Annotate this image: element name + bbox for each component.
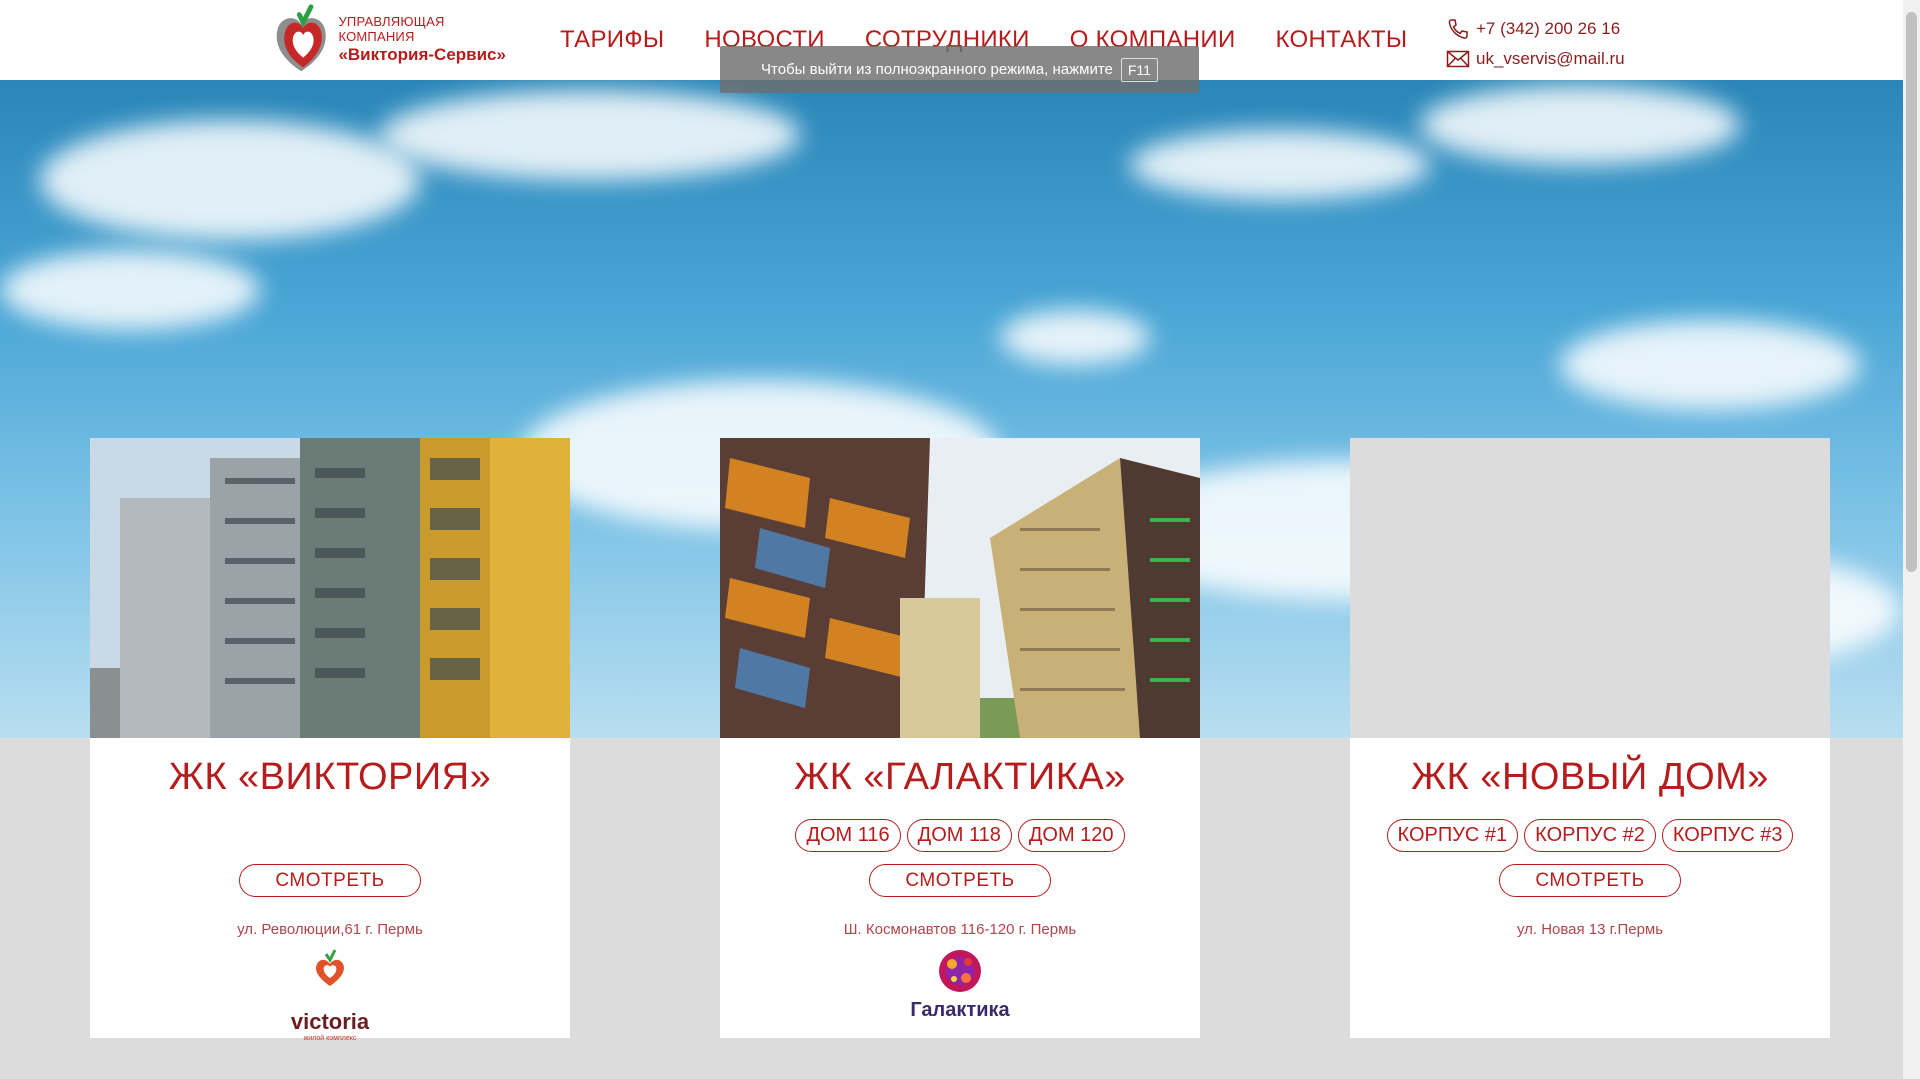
complex-card-novyi-dom: ЖК «НОВЫЙ ДОМ» КОРПУС #1 КОРПУС #2 КОРПУ… [1350, 438, 1830, 1038]
phone-icon [1448, 19, 1468, 39]
scrollbar-thumb[interactable] [1906, 12, 1917, 572]
email-address: uk_vservis@mail.ru [1476, 49, 1625, 68]
complex-card-victoria: ЖК «ВИКТОРИЯ» СМОТРЕТЬ ул. Революции,61 … [90, 438, 570, 1042]
building-pills [90, 819, 570, 852]
building-pills: КОРПУС #1 КОРПУС #2 КОРПУС #3 [1350, 819, 1830, 852]
building-image [90, 438, 570, 738]
complex-address: ул. Революции,61 г. Пермь [237, 921, 423, 938]
view-button[interactable]: СМОТРЕТЬ [1499, 864, 1681, 897]
complex-photo-galaktika [720, 438, 1200, 738]
complex-title: ЖК «ВИКТОРИЯ» [168, 756, 492, 798]
email-row[interactable]: uk_vservis@mail.ru [1446, 44, 1625, 74]
victoria-brand-subtext: жилой комплекс [303, 1035, 357, 1042]
page-scrollbar[interactable] [1903, 0, 1920, 1079]
galaktika-logo-icon [939, 950, 981, 992]
building-pill-2[interactable]: КОРПУС #2 [1524, 819, 1656, 852]
logo-line-1: УПРАВЛЯЮЩАЯ КОМПАНИЯ [338, 14, 445, 45]
galaktika-brand-text: Галактика [910, 999, 1010, 1021]
victoria-brand-logo: victoria жилой комплекс [90, 948, 570, 1042]
header-contacts: +7 (342) 200 26 16 uk_vservis@mail.ru [1446, 14, 1625, 74]
building-pill-3[interactable]: КОРПУС #3 [1661, 819, 1794, 852]
logo-line-2: «Виктория-Сервис» [338, 45, 506, 65]
building-pill-116[interactable]: ДОМ 116 [795, 819, 901, 852]
victoria-logo-icon [316, 949, 344, 986]
building-pill-118[interactable]: ДОМ 118 [906, 819, 1012, 852]
galaktika-brand-logo: Галактика [720, 948, 1200, 1022]
nav-item-tariffs[interactable]: ТАРИФЫ [560, 26, 664, 54]
view-button[interactable]: СМОТРЕТЬ [239, 864, 421, 897]
cloud [1420, 85, 1740, 165]
complex-photo-placeholder [1350, 438, 1830, 738]
cloud [1000, 310, 1150, 365]
complex-photo-victoria [90, 438, 570, 738]
cloud [1560, 320, 1860, 410]
logo-heart-icon [276, 4, 326, 72]
mail-icon [1446, 50, 1470, 68]
complex-card-galaktika: ЖК «ГАЛАКТИКА» ДОМ 116 ДОМ 118 ДОМ 120 С… [720, 438, 1200, 1038]
phone-row[interactable]: +7 (342) 200 26 16 [1446, 14, 1625, 44]
victoria-brand-text: victoria [290, 1009, 370, 1034]
company-logo[interactable]: УПРАВЛЯЮЩАЯ КОМПАНИЯ «Виктория-Сервис» [270, 2, 520, 78]
fullscreen-exit-notice: Чтобы выйти из полноэкранного режима, на… [720, 46, 1199, 93]
nav-item-contacts[interactable]: КОНТАКТЫ [1276, 26, 1408, 54]
complex-title: ЖК «ГАЛАКТИКА» [794, 756, 1126, 798]
building-pill-120[interactable]: ДОМ 120 [1017, 819, 1125, 852]
building-pill-1[interactable]: КОРПУС #1 [1386, 819, 1519, 852]
complex-title: ЖК «НОВЫЙ ДОМ» [1411, 756, 1769, 798]
cloud [0, 250, 260, 330]
fullscreen-notice-text: Чтобы выйти из полноэкранного режима, на… [761, 61, 1113, 78]
cloud [380, 90, 800, 180]
complex-address: Ш. Космонавтов 116-120 г. Пермь [843, 921, 1077, 938]
cloud [1130, 130, 1430, 200]
building-image [720, 438, 1200, 738]
complex-address: ул. Новая 13 г.Пермь [1516, 921, 1664, 938]
f11-key-badge: F11 [1120, 57, 1158, 82]
phone-number: +7 (342) 200 26 16 [1476, 19, 1621, 38]
cloud [40, 120, 420, 240]
building-pills: ДОМ 116 ДОМ 118 ДОМ 120 [720, 819, 1200, 852]
view-button[interactable]: СМОТРЕТЬ [869, 864, 1051, 897]
